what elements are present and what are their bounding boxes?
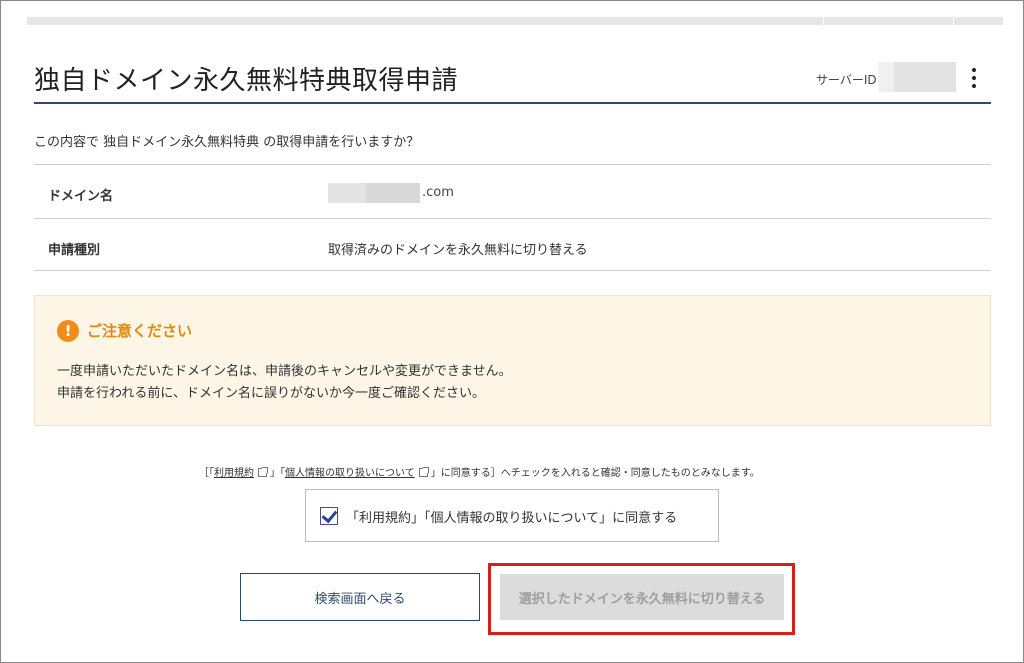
agreement-checkbox-container[interactable]: 「利用規約」「個人情報の取り扱いについて」に同意する (305, 489, 719, 542)
agreement-checkbox[interactable] (320, 507, 338, 525)
caution-title: ご注意ください (87, 322, 193, 340)
title-underline (34, 102, 991, 104)
back-to-search-button[interactable]: 検索画面へ戻る (240, 573, 480, 621)
kebab-menu-icon[interactable] (966, 66, 982, 90)
server-id-redacted (878, 62, 956, 92)
confirm-question: この内容で 独自ドメイン永久無料特典 の取得申請を行いますか？ (34, 135, 420, 150)
terms-link[interactable]: 利用規約 (214, 468, 254, 479)
agreement-note: ［「利用規約 」「個人情報の取り扱いについて 」に同意する］へチェックを入れると確認… (199, 464, 760, 479)
table-row-domain: ドメイン名 .com (34, 164, 991, 218)
top-tab-bar (27, 17, 1003, 25)
caution-message-2: 申請を行われる前に、ドメイン名に誤りがないか今一度ご確認ください。 (57, 386, 485, 401)
agreement-mid: 」「 (270, 468, 285, 479)
domain-name-redacted (328, 183, 420, 203)
application-type-value: 取得済みのドメインを永久無料に切り替える (328, 243, 588, 258)
caution-message-1: 一度申請いただいたドメイン名は、申請後のキャンセルや変更ができません。 (57, 364, 512, 379)
application-type-label: 申請種別 (48, 243, 101, 258)
agreement-checkbox-label[interactable]: 「利用規約」「個人情報の取り扱いについて」に同意する (346, 507, 677, 526)
external-link-icon (258, 467, 268, 477)
privacy-policy-link[interactable]: 個人情報の取り扱いについて (285, 468, 415, 479)
application-info-table: ドメイン名 .com 申請種別 取得済みのドメインを永久無料に切り替える (34, 164, 991, 271)
exclamation-icon: ! (57, 320, 79, 342)
domain-name-value: .com (422, 185, 454, 200)
agreement-tail: 」に同意する］へチェックを入れると確認・同意したものとみなします。 (430, 468, 760, 479)
table-row-type: 申請種別 取得済みのドメインを永久無料に切り替える (34, 218, 991, 271)
agreement-bracket-open: ［「 (199, 468, 214, 479)
server-id-label: サーバーID (816, 73, 877, 87)
switch-domain-free-button[interactable]: 選択したドメインを永久無料に切り替える (500, 574, 784, 620)
caution-panel: ! ご注意ください 一度申請いただいたドメイン名は、申請後のキャンセルや変更がで… (34, 295, 991, 426)
page-title: 独自ドメイン永久無料特典取得申請 (34, 66, 459, 96)
external-link-icon (418, 467, 429, 477)
domain-name-label: ドメイン名 (48, 189, 114, 204)
